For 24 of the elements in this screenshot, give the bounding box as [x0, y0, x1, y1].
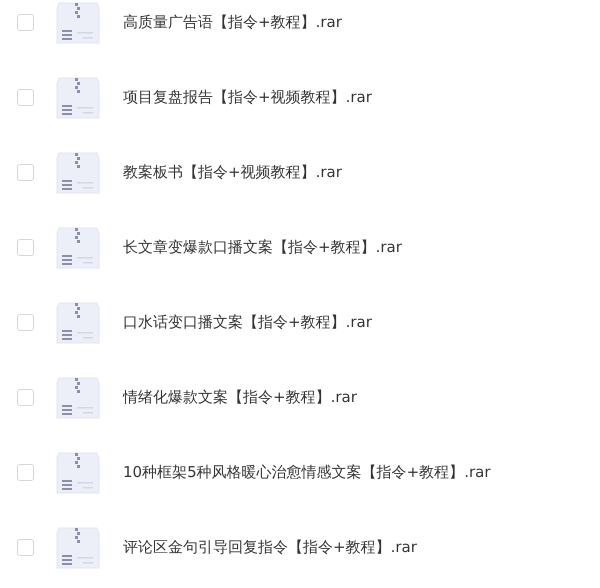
archive-file-icon — [55, 300, 101, 346]
checkbox[interactable] — [17, 14, 34, 31]
checkbox[interactable] — [17, 89, 34, 106]
file-name: 情绪化爆款文案【指令+教程】.rar — [123, 388, 357, 407]
file-name: 口水话变口播文案【指令+教程】.rar — [123, 313, 372, 332]
archive-file-icon — [55, 224, 101, 270]
archive-file-icon — [55, 0, 101, 46]
checkbox[interactable] — [17, 164, 34, 181]
archive-file-icon — [55, 74, 101, 120]
file-name: 高质量广告语【指令+教程】.rar — [123, 13, 342, 32]
file-name: 10种框架5种风格暖心治愈情感文案【指令+教程】.rar — [123, 463, 490, 482]
file-name: 评论区金句引导回复指令【指令+教程】.rar — [123, 538, 417, 557]
checkbox[interactable] — [17, 239, 34, 256]
archive-file-icon — [55, 524, 101, 570]
file-name: 项目复盘报告【指令+视频教程】.rar — [123, 88, 372, 107]
checkbox[interactable] — [17, 314, 34, 331]
file-name: 长文章变爆款口播文案【指令+教程】.rar — [123, 238, 402, 257]
checkbox[interactable] — [17, 389, 34, 406]
file-name: 教案板书【指令+视频教程】.rar — [123, 163, 342, 182]
archive-file-icon — [55, 374, 101, 420]
checkbox[interactable] — [17, 539, 34, 556]
archive-file-icon — [55, 450, 101, 496]
archive-file-icon — [55, 150, 101, 196]
checkbox[interactable] — [17, 464, 34, 481]
